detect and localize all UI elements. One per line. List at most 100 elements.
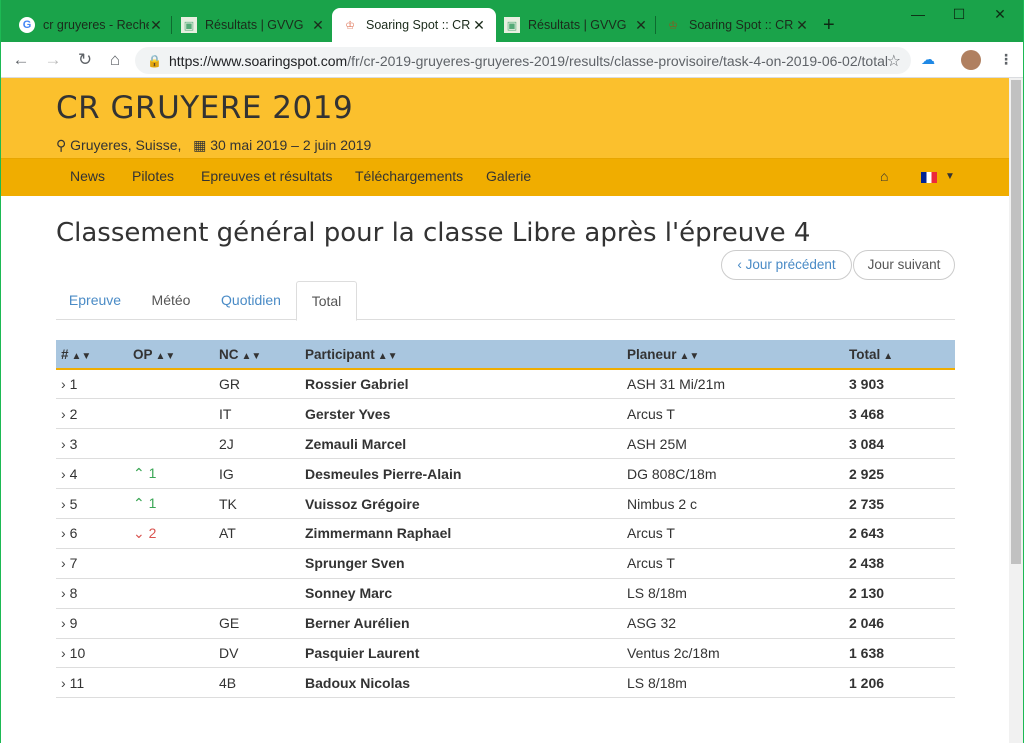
participant-cell[interactable]: Zemauli Marcel xyxy=(300,428,622,460)
participant-cell[interactable]: Sprunger Sven xyxy=(300,548,622,579)
rank-cell[interactable]: › 7 xyxy=(56,548,128,579)
flag-fr-icon[interactable] xyxy=(921,172,937,183)
total-cell: 2 925 xyxy=(844,458,955,490)
rank-cell[interactable]: › 10 xyxy=(56,638,128,669)
rank-cell[interactable]: › 8 xyxy=(56,578,128,609)
avatar[interactable] xyxy=(961,50,981,70)
nav-telechargements[interactable]: Téléchargements xyxy=(355,168,463,184)
menu-icon[interactable]: ⋮ xyxy=(999,51,1013,68)
chevron-right-icon[interactable]: › xyxy=(61,376,66,392)
browser-tab[interactable]: ▣ Résultats | GVVG ✕ xyxy=(494,8,658,42)
table-row[interactable]: › 3 2J Zemauli Marcel ASH 25M 3 084 xyxy=(56,428,955,460)
chevron-right-icon[interactable]: › xyxy=(61,466,66,482)
forward-icon[interactable]: → xyxy=(41,48,65,72)
rank-cell[interactable]: › 1 xyxy=(56,369,128,400)
chevron-right-icon[interactable]: › xyxy=(61,406,66,422)
minimize-icon[interactable]: — xyxy=(903,6,933,22)
table-row[interactable]: › 11 4B Badoux Nicolas LS 8/18m 1 206 xyxy=(56,667,955,699)
home-icon[interactable]: ⌂ xyxy=(103,48,127,72)
site-navbar: News Pilotes Epreuves et résultats Téléc… xyxy=(1,158,1023,196)
table-row[interactable]: › 7 Sprunger Sven Arcus T 2 438 xyxy=(56,548,955,579)
chevron-right-icon[interactable]: › xyxy=(61,525,66,541)
browser-tab[interactable]: G cr gruyeres - Recherc ✕ xyxy=(9,8,173,42)
tab-title: Résultats | GVVG xyxy=(205,18,304,32)
window-close-icon[interactable]: ✕ xyxy=(985,6,1015,23)
rank-cell[interactable]: › 6 xyxy=(56,518,128,549)
site-title[interactable]: CR GRUYERE 2019 xyxy=(56,90,353,126)
tab-quotidien[interactable]: Quotidien xyxy=(212,281,290,321)
planeur-cell: ASH 31 Mi/21m xyxy=(622,369,844,400)
participant-cell[interactable]: Sonney Marc xyxy=(300,578,622,609)
table-row[interactable]: › 1 GR Rossier Gabriel ASH 31 Mi/21m 3 90… xyxy=(56,369,955,400)
chevron-right-icon[interactable]: › xyxy=(61,645,66,661)
sort-icon: ▲▼ xyxy=(71,350,92,362)
prev-day-button[interactable]: ‹ Jour précédent xyxy=(721,250,852,280)
reload-icon[interactable]: ↻ xyxy=(73,48,97,72)
participant-cell[interactable]: Gerster Yves xyxy=(300,398,622,430)
participant-cell[interactable]: Berner Aurélien xyxy=(300,608,622,639)
tab-meteo[interactable]: Météo xyxy=(138,281,204,321)
participant-cell[interactable]: Vuissoz Grégoire xyxy=(300,488,622,519)
browser-tab[interactable]: ▣ Résultats | GVVG ✕ xyxy=(171,8,335,42)
planeur-cell: ASH 25M xyxy=(622,428,844,460)
rank-cell[interactable]: › 3 xyxy=(56,428,128,460)
col-planeur[interactable]: Planeur ▲▼ xyxy=(622,340,844,370)
browser-tab[interactable]: ♔ Soaring Spot :: CR G ✕ xyxy=(655,8,819,42)
col-total[interactable]: Total ▲ xyxy=(844,340,955,370)
nav-news[interactable]: News xyxy=(70,168,105,184)
rank-cell[interactable]: › 11 xyxy=(56,667,128,699)
close-icon[interactable]: ✕ xyxy=(472,17,486,34)
chevron-right-icon[interactable]: › xyxy=(61,436,66,452)
total-cell: 2 046 xyxy=(844,608,955,639)
chevron-right-icon[interactable]: › xyxy=(61,496,66,512)
participant-cell[interactable]: Zimmermann Raphael xyxy=(300,518,622,549)
star-icon[interactable]: ☆ xyxy=(887,51,901,71)
rank-cell[interactable]: › 9 xyxy=(56,608,128,639)
rank-cell[interactable]: › 5 xyxy=(56,488,128,519)
close-icon[interactable]: ✕ xyxy=(795,17,809,34)
scrollbar-thumb[interactable] xyxy=(1011,80,1021,564)
close-icon[interactable]: ✕ xyxy=(311,17,325,34)
site-favicon-icon: ▣ xyxy=(181,17,197,33)
table-row[interactable]: › 6 ⌄ 2 AT Zimmermann Raphael Arcus T 2 6… xyxy=(56,518,955,549)
table-row[interactable]: › 8 Sonney Marc LS 8/18m 2 130 xyxy=(56,578,955,609)
maximize-icon[interactable]: ☐ xyxy=(944,6,974,23)
nav-pilotes[interactable]: Pilotes xyxy=(132,168,174,184)
op-cell xyxy=(128,428,214,460)
col-nc[interactable]: NC ▲▼ xyxy=(214,340,300,370)
rank-cell[interactable]: › 2 xyxy=(56,398,128,430)
participant-cell[interactable]: Rossier Gabriel xyxy=(300,369,622,400)
tab-total[interactable]: Total xyxy=(296,281,357,321)
home-icon[interactable]: ⌂ xyxy=(880,168,888,184)
rank-cell[interactable]: › 4 xyxy=(56,458,128,490)
chevron-right-icon[interactable]: › xyxy=(61,555,66,571)
col-participant[interactable]: Participant ▲▼ xyxy=(300,340,622,370)
address-bar[interactable]: 🔒 https://www.soaringspot.com/fr/cr-2019… xyxy=(135,47,911,74)
table-row[interactable]: › 2 IT Gerster Yves Arcus T 3 468 xyxy=(56,398,955,430)
close-icon[interactable]: ✕ xyxy=(149,17,163,34)
close-icon[interactable]: ✕ xyxy=(634,17,648,34)
tab-epreuve[interactable]: Epreuve xyxy=(56,281,134,321)
chevron-right-icon[interactable]: › xyxy=(61,675,66,691)
op-change: 2 xyxy=(148,524,157,541)
participant-cell[interactable]: Badoux Nicolas xyxy=(300,667,622,699)
chevron-down-icon[interactable]: ▼ xyxy=(945,171,955,182)
col-op[interactable]: OP ▲▼ xyxy=(128,340,214,370)
back-icon[interactable]: ← xyxy=(9,48,33,72)
browser-tab-active[interactable]: ♔ Soaring Spot :: CR G ✕ xyxy=(332,8,496,42)
col-rank[interactable]: # ▲▼ xyxy=(56,340,128,370)
nav-galerie[interactable]: Galerie xyxy=(486,168,531,184)
table-row[interactable]: › 5 ⌃ 1 TK Vuissoz Grégoire Nimbus 2 c 2 … xyxy=(56,488,955,519)
total-cell: 3 084 xyxy=(844,428,955,460)
new-tab-icon[interactable]: + xyxy=(823,14,835,37)
participant-cell[interactable]: Pasquier Laurent xyxy=(300,638,622,669)
cloud-icon[interactable]: ☁ xyxy=(921,51,935,68)
nav-epreuves[interactable]: Epreuves et résultats xyxy=(201,168,333,184)
table-row[interactable]: › 4 ⌃ 1 IG Desmeules Pierre-Alain DG 808C… xyxy=(56,458,955,490)
table-row[interactable]: › 10 DV Pasquier Laurent Ventus 2c/18m 1 … xyxy=(56,638,955,669)
participant-cell[interactable]: Desmeules Pierre-Alain xyxy=(300,458,622,490)
next-day-button[interactable]: Jour suivant xyxy=(853,250,955,280)
table-row[interactable]: › 9 GE Berner Aurélien ASG 32 2 046 xyxy=(56,608,955,639)
chevron-right-icon[interactable]: › xyxy=(61,585,66,601)
chevron-right-icon[interactable]: › xyxy=(61,615,66,631)
